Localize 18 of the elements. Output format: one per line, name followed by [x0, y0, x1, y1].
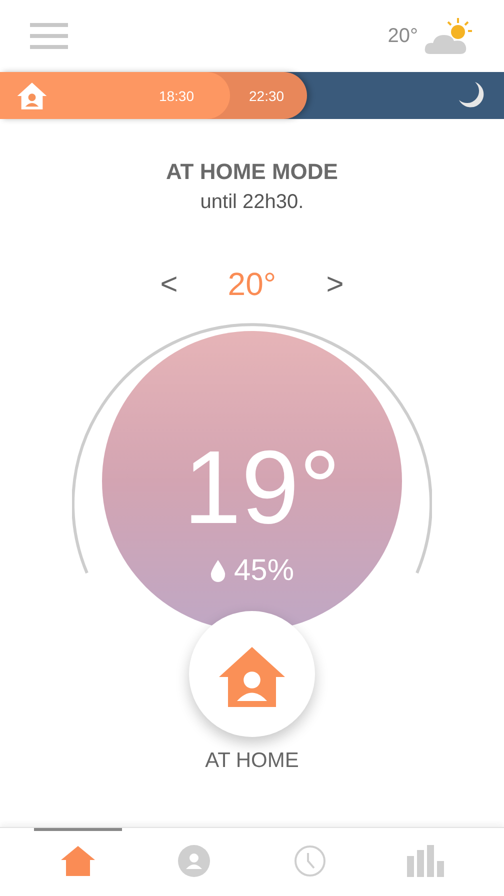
bar-chart-icon: [407, 844, 445, 876]
time-label: 22:30: [249, 88, 284, 104]
partly-cloudy-icon: [424, 16, 474, 56]
mode-title: AT HOME MODE: [166, 159, 338, 185]
home-icon: [60, 844, 96, 876]
water-drop-icon: [210, 560, 226, 582]
current-temperature: 19°: [182, 436, 341, 540]
mode-label: AT HOME: [205, 749, 299, 773]
decrease-button[interactable]: <: [156, 270, 182, 300]
target-temperature: 20°: [228, 266, 276, 303]
clock-icon: [294, 844, 326, 876]
humidity-value: 45%: [234, 554, 294, 588]
mode-subtitle: until 22h30.: [200, 191, 304, 214]
increase-button[interactable]: >: [322, 270, 348, 300]
time-label: 18:30: [158, 88, 194, 104]
profile-icon: [178, 844, 210, 876]
weather-temperature: 20°: [388, 24, 418, 48]
menu-icon[interactable]: [30, 23, 68, 49]
